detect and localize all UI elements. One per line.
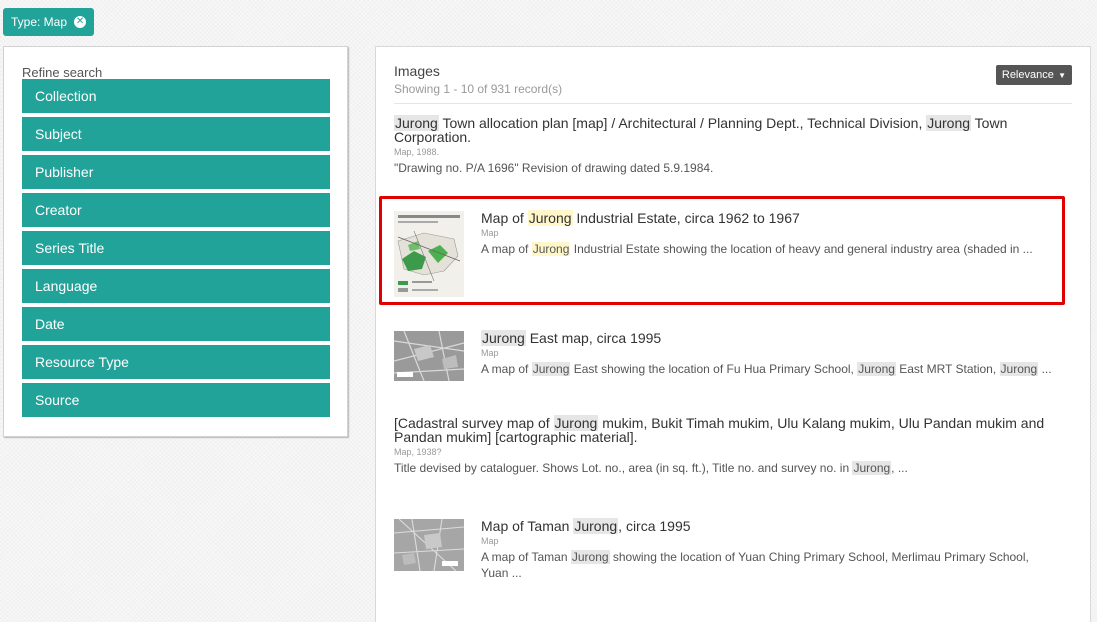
highlight-term: Jurong [531, 242, 571, 256]
desc-text: Title devised by cataloguer. Shows Lot. … [394, 461, 853, 475]
title-text: , circa 1995 [618, 518, 691, 534]
desc-text: Industrial Estate showing the location o… [570, 242, 1033, 256]
facet-series-title[interactable]: Series Title [22, 231, 330, 265]
title-text: Map of Taman [481, 518, 574, 534]
filter-tag-label: Type: Map [11, 15, 68, 29]
desc-text: , ... [891, 461, 908, 475]
desc-text: A map of Taman [481, 550, 571, 564]
result-description-line2: Yuan ... [481, 566, 522, 580]
title-text: East map, circa 1995 [525, 330, 662, 346]
facet-resource-type[interactable]: Resource Type [22, 345, 330, 379]
result-meta: Map [481, 348, 499, 358]
caret-down-icon: ▼ [1055, 71, 1066, 80]
result-item: [Cadastral survey map of Jurong mukim, B… [394, 415, 1072, 475]
desc-text: ... [1038, 362, 1052, 376]
sort-dropdown-button[interactable]: Relevance ▼ [995, 65, 1072, 85]
facet-source[interactable]: Source [22, 383, 330, 417]
highlight-term: Jurong [481, 330, 526, 346]
facet-creator[interactable]: Creator [22, 193, 330, 227]
result-description: A map of Jurong East showing the locatio… [481, 362, 1072, 376]
map-thumbnail[interactable] [394, 331, 464, 381]
result-item: Jurong Town allocation plan [map] / Arch… [394, 115, 1072, 175]
title-text: Corporation. [394, 129, 472, 145]
highlight-term: Jurong [926, 115, 972, 131]
facet-publisher[interactable]: Publisher [22, 155, 330, 189]
highlight-term: Jurong [999, 362, 1039, 376]
result-meta: Map, 1938? [394, 447, 442, 457]
desc-text: A map of [481, 362, 532, 376]
sort-label: Relevance [1001, 69, 1054, 81]
highlight-term: Jurong [573, 518, 619, 534]
x-circle-icon[interactable]: ✕ [74, 16, 87, 28]
result-item: Map of Jurong Industrial Estate, circa 1… [394, 210, 1072, 301]
result-description: Title devised by cataloguer. Shows Lot. … [394, 461, 1072, 475]
title-text: Map of [481, 210, 528, 226]
results-count: Showing 1 - 10 of 931 record(s) [394, 82, 563, 96]
highlight-term: Jurong [531, 362, 571, 376]
result-title-link[interactable]: Map of Jurong Industrial Estate, circa 1… [481, 210, 1072, 226]
facet-date[interactable]: Date [22, 307, 330, 341]
result-item: Jurong East map, circa 1995 Map A map of… [394, 330, 1072, 383]
results-heading: Images [394, 63, 440, 79]
filter-tag-type-map[interactable]: Type: Map ✕ [3, 8, 95, 36]
desc-text: A map of [481, 242, 532, 256]
result-description: A map of Taman Jurong showing the locati… [481, 550, 1072, 564]
highlight-term: Jurong [527, 210, 573, 226]
title-text: mukim, Bukit Timah mukim, Ulu Kalang muk… [598, 415, 1045, 431]
map-thumbnail[interactable] [394, 519, 464, 571]
desc-text: East MRT Station, [895, 362, 1000, 376]
facet-language[interactable]: Language [22, 269, 330, 303]
title-text: Town allocation plan [map] / Architectur… [438, 115, 927, 131]
results-panel: Images Showing 1 - 10 of 931 record(s) R… [375, 46, 1091, 622]
result-title-link[interactable]: Map of Taman Jurong, circa 1995 [481, 518, 1072, 534]
result-title-link[interactable]: Jurong Town allocation plan [map] / Arch… [394, 115, 1072, 145]
highlight-term: Jurong [852, 461, 892, 475]
refine-search-panel: Refine search Collection Subject Publish… [3, 46, 348, 437]
title-text: Pandan mukim] [cartographic material]. [394, 429, 638, 445]
result-meta: Map, 1988. [394, 147, 440, 157]
result-meta: Map [481, 536, 499, 546]
divider [394, 103, 1072, 104]
result-meta: Map [481, 228, 499, 238]
highlight-term: Jurong [857, 362, 896, 376]
facet-subject[interactable]: Subject [22, 117, 330, 151]
result-item: Map of Taman Jurong, circa 1995 Map A ma… [394, 518, 1072, 589]
result-description: A map of Jurong Industrial Estate showin… [481, 242, 1072, 256]
highlight-term: Jurong [570, 550, 610, 564]
desc-text: East showing the location of Fu Hua Prim… [570, 362, 858, 376]
map-thumbnail[interactable] [394, 211, 464, 297]
facet-collection[interactable]: Collection [22, 79, 330, 113]
result-description: "Drawing no. P/A 1696" Revision of drawi… [394, 161, 714, 175]
title-text: Industrial Estate, circa 1962 to 1967 [572, 210, 800, 226]
title-text: Town [971, 115, 1008, 131]
result-title-link[interactable]: [Cadastral survey map of Jurong mukim, B… [394, 415, 1072, 445]
desc-text: showing the location of Yuan Ching Prima… [609, 550, 1029, 564]
result-title-link[interactable]: Jurong East map, circa 1995 [481, 330, 1072, 346]
